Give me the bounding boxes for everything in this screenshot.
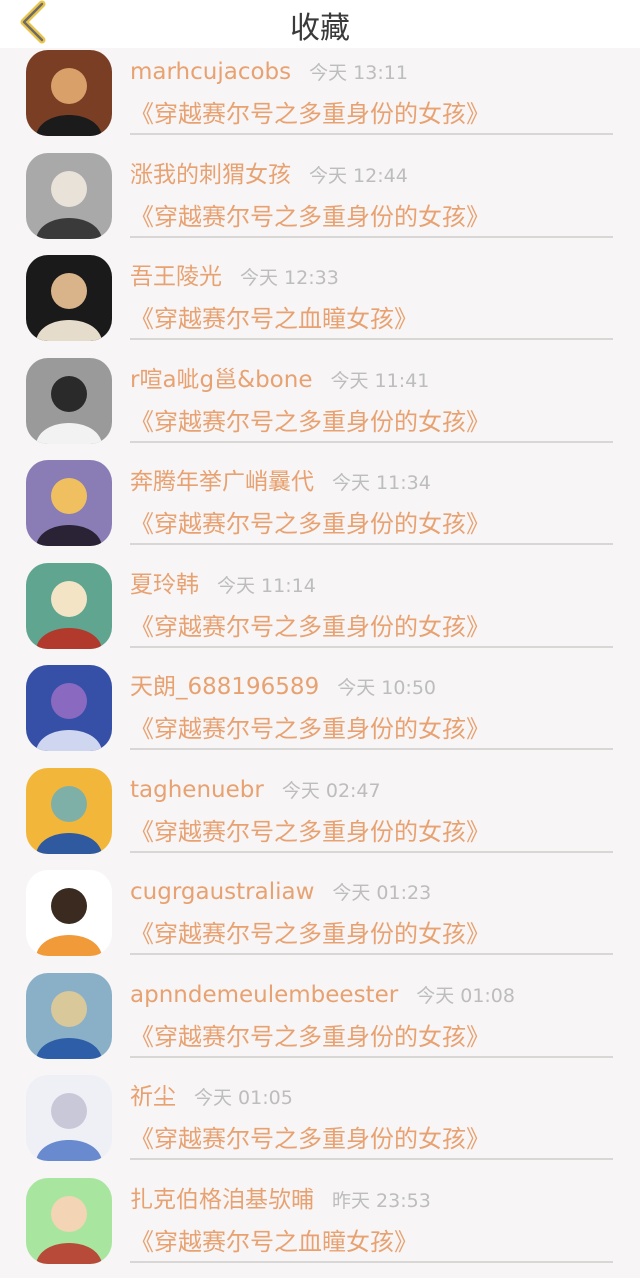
- timestamp: 昨天 23:53: [332, 1190, 431, 1212]
- divider: [130, 441, 613, 443]
- username[interactable]: cugrgaustraliaw: [130, 879, 314, 905]
- username[interactable]: 天朗_688196589: [130, 674, 319, 700]
- avatar[interactable]: [26, 665, 112, 751]
- item-meta: 祈尘今天 01:05: [130, 1081, 620, 1114]
- list-item[interactable]: 奔腾年挙广峭曩代今天 11:34 《穿越赛尔号之多重身份的女孩》: [0, 458, 640, 561]
- divider: [130, 338, 613, 340]
- book-title[interactable]: 《穿越赛尔号之多重身份的女孩》: [130, 97, 490, 131]
- username[interactable]: 祈尘: [130, 1084, 176, 1110]
- item-meta: 涨我的刺猬女孩今天 12:44: [130, 159, 620, 192]
- book-title[interactable]: 《穿越赛尔号之多重身份的女孩》: [130, 405, 490, 439]
- list-item[interactable]: 天朗_688196589 今天 10:50 《穿越赛尔号之多重身份的女孩》: [0, 663, 640, 766]
- username[interactable]: 吾王陵光: [130, 264, 222, 290]
- username[interactable]: 奔腾年挙广峭曩代: [130, 469, 314, 495]
- item-meta: marhcujacobs 今天 13:11: [130, 56, 620, 89]
- book-title[interactable]: 《穿越赛尔号之血瞳女孩》: [130, 1225, 418, 1259]
- avatar[interactable]: [26, 358, 112, 444]
- avatar[interactable]: [26, 973, 112, 1059]
- avatar[interactable]: [26, 1178, 112, 1264]
- divider: [130, 851, 613, 853]
- divider: [130, 1158, 613, 1160]
- timestamp: 今天 01:23: [332, 882, 431, 904]
- woman-portrait-avatar: [26, 50, 112, 136]
- divider: [130, 646, 613, 648]
- item-meta: cugrgaustraliaw 今天 01:23: [130, 876, 620, 909]
- list-item[interactable]: 祈尘今天 01:05 《穿越赛尔号之多重身份的女孩》: [0, 1073, 640, 1176]
- avatar[interactable]: [26, 50, 112, 136]
- book-title[interactable]: 《穿越赛尔号之多重身份的女孩》: [130, 917, 490, 951]
- avatar[interactable]: [26, 460, 112, 546]
- item-meta: 天朗_688196589 今天 10:50: [130, 671, 620, 704]
- username[interactable]: 涨我的刺猬女孩: [130, 162, 291, 188]
- book-title[interactable]: 《穿越赛尔号之多重身份的女孩》: [130, 610, 490, 644]
- list-item[interactable]: taghenuebr 今天 02:47 《穿越赛尔号之多重身份的女孩》: [0, 766, 640, 869]
- item-meta: taghenuebr 今天 02:47: [130, 774, 620, 807]
- item-meta: 夏玲韩今天 11:14: [130, 569, 620, 602]
- book-title[interactable]: 《穿越赛尔号之多重身份的女孩》: [130, 1122, 490, 1156]
- avatar[interactable]: [26, 1075, 112, 1161]
- username[interactable]: marhcujacobs: [130, 59, 291, 85]
- blue-star-avatar: [26, 973, 112, 1059]
- long-hair-girl-avatar: [26, 460, 112, 546]
- divider: [130, 133, 613, 135]
- divider: [130, 543, 613, 545]
- anime-blue-boy-avatar: [26, 665, 112, 751]
- timestamp: 今天 01:05: [194, 1087, 293, 1109]
- avatar[interactable]: [26, 153, 112, 239]
- timestamp: 今天 13:11: [309, 62, 408, 84]
- man-with-bear-avatar: [26, 358, 112, 444]
- divider: [130, 748, 613, 750]
- book-title[interactable]: 《穿越赛尔号之多重身份的女孩》: [130, 1020, 490, 1054]
- timestamp: 今天 12:44: [309, 165, 408, 187]
- divider: [130, 236, 613, 238]
- item-meta: r喧a呲g邕&bone 今天 11:41: [130, 364, 620, 397]
- avatar[interactable]: [26, 870, 112, 956]
- divider: [130, 1056, 613, 1058]
- item-meta: apnndemeulembeester 今天 01:08: [130, 979, 620, 1012]
- list-item[interactable]: 扎克伯格洎基欤晡昨天 23:53 《穿越赛尔号之血瞳女孩》: [0, 1176, 640, 1278]
- anime-red-outfit-avatar: [26, 563, 112, 649]
- umbrella-girl-avatar: [26, 768, 112, 854]
- bw-portrait-avatar: [26, 153, 112, 239]
- timestamp: 今天 12:33: [240, 267, 339, 289]
- item-meta: 扎克伯格洎基欤晡昨天 23:53: [130, 1184, 620, 1217]
- timestamp: 今天 11:41: [330, 370, 429, 392]
- nav-bar: 收藏: [0, 0, 640, 48]
- book-title[interactable]: 《穿越赛尔号之多重身份的女孩》: [130, 712, 490, 746]
- cartoon-tiger-avatar: [26, 870, 112, 956]
- list-item[interactable]: cugrgaustraliaw 今天 01:23 《穿越赛尔号之多重身份的女孩》: [0, 868, 640, 971]
- avatar[interactable]: [26, 563, 112, 649]
- timestamp: 今天 11:14: [217, 575, 316, 597]
- timestamp: 今天 01:08: [416, 985, 515, 1007]
- username[interactable]: r喧a呲g邕&bone: [130, 367, 312, 393]
- favorites-list: marhcujacobs 今天 13:11 《穿越赛尔号之多重身份的女孩》 涨我的…: [0, 48, 640, 1278]
- timestamp: 今天 11:34: [332, 472, 431, 494]
- item-meta: 吾王陵光今天 12:33: [130, 261, 620, 294]
- divider: [130, 953, 613, 955]
- username[interactable]: 扎克伯格洎基欤晡: [130, 1187, 314, 1213]
- list-item[interactable]: r喧a呲g邕&bone 今天 11:41 《穿越赛尔号之多重身份的女孩》: [0, 356, 640, 459]
- white-hair-anime-avatar: [26, 1075, 112, 1161]
- list-item[interactable]: 涨我的刺猬女孩今天 12:44 《穿越赛尔号之多重身份的女孩》: [0, 151, 640, 254]
- avatar[interactable]: [26, 768, 112, 854]
- list-item[interactable]: apnndemeulembeester 今天 01:08 《穿越赛尔号之多重身份的…: [0, 971, 640, 1074]
- username[interactable]: apnndemeulembeester: [130, 982, 398, 1008]
- book-title[interactable]: 《穿越赛尔号之多重身份的女孩》: [130, 815, 490, 849]
- item-meta: 奔腾年挙广峭曩代今天 11:34: [130, 466, 620, 499]
- timestamp: 今天 10:50: [337, 677, 436, 699]
- list-item[interactable]: 吾王陵光今天 12:33 《穿越赛尔号之血瞳女孩》: [0, 253, 640, 356]
- book-title[interactable]: 《穿越赛尔号之血瞳女孩》: [130, 302, 418, 336]
- page-title: 收藏: [0, 9, 640, 49]
- username[interactable]: taghenuebr: [130, 777, 264, 803]
- list-item[interactable]: 夏玲韩今天 11:14 《穿越赛尔号之多重身份的女孩》: [0, 561, 640, 664]
- cartoon-kids-avatar: [26, 1178, 112, 1264]
- timestamp: 今天 02:47: [282, 780, 381, 802]
- avatar[interactable]: [26, 255, 112, 341]
- divider: [130, 1261, 613, 1263]
- username[interactable]: 夏玲韩: [130, 572, 199, 598]
- book-title[interactable]: 《穿越赛尔号之多重身份的女孩》: [130, 200, 490, 234]
- hat-girl-avatar: [26, 255, 112, 341]
- list-item[interactable]: marhcujacobs 今天 13:11 《穿越赛尔号之多重身份的女孩》: [0, 48, 640, 151]
- book-title[interactable]: 《穿越赛尔号之多重身份的女孩》: [130, 507, 490, 541]
